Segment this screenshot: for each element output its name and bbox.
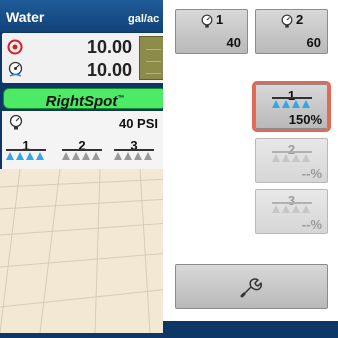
wrench-icon <box>239 275 263 304</box>
nozzle-1-button[interactable]: 1 150% <box>252 81 331 132</box>
pressure-2-number: 2 <box>296 12 304 27</box>
nozzle-2-button[interactable]: 2 --% <box>255 138 328 183</box>
rightspot-status[interactable]: 40 PSI 1 2 3 <box>2 111 166 169</box>
section-2-indicator: 2 <box>62 139 102 161</box>
nozzle-spray-icon <box>62 149 102 160</box>
rightspot-label: RightSpot <box>45 93 118 110</box>
nozzle-3-value: --% <box>301 217 322 232</box>
pressure-gauge-icon <box>280 14 294 33</box>
pressure-2-button[interactable]: 2 60 <box>255 9 328 54</box>
field-grid <box>0 168 171 334</box>
nozzle-2-value: --% <box>301 166 322 181</box>
pressure-1-value: 40 <box>226 35 241 50</box>
nozzle-1-value: 150% <box>288 112 322 127</box>
pressure-gauge-icon <box>200 14 214 33</box>
settings-button[interactable] <box>175 264 328 309</box>
product-header[interactable]: Water gal/ac <box>0 0 170 32</box>
target-rate-value: 10.00 <box>86 37 132 57</box>
product-name: Water <box>6 9 45 25</box>
pressure-2-value: 60 <box>306 35 321 50</box>
nozzle-spray-icon <box>272 97 312 108</box>
rate-unit: gal/ac <box>128 13 160 25</box>
rightspot-trademark: ™ <box>117 95 125 102</box>
rate-box[interactable]: 10.00 10.00 <box>2 33 166 83</box>
nozzle-spray-icon <box>272 202 312 213</box>
field-map-view[interactable] <box>0 168 171 334</box>
nozzle-spray-icon <box>272 151 312 162</box>
actual-rate-value: 10.00 <box>86 60 132 80</box>
nozzle-3-button[interactable]: 3 --% <box>255 189 328 234</box>
left-panel: Water gal/ac 10.00 10.00 RightSpot™ 40 P… <box>0 0 171 334</box>
section-3-indicator: 3 <box>114 139 154 161</box>
flow-gauge-icon <box>7 61 24 83</box>
pressure-1-number: 1 <box>216 12 224 27</box>
nozzle-spray-icon <box>114 149 154 160</box>
rate-bar <box>139 36 166 80</box>
nozzle-control-panel: 1 40 2 60 1 150% 2 --% 3 --% <box>163 0 338 333</box>
pressure-gauge-icon <box>8 114 24 135</box>
nozzle-spray-icon <box>6 149 46 160</box>
pressure-readout: 40 PSI <box>118 116 158 131</box>
pressure-1-button[interactable]: 1 40 <box>175 9 248 54</box>
rightspot-banner[interactable]: RightSpot™ <box>3 88 167 110</box>
target-icon <box>7 39 23 60</box>
section-1-indicator: 1 <box>6 139 46 161</box>
